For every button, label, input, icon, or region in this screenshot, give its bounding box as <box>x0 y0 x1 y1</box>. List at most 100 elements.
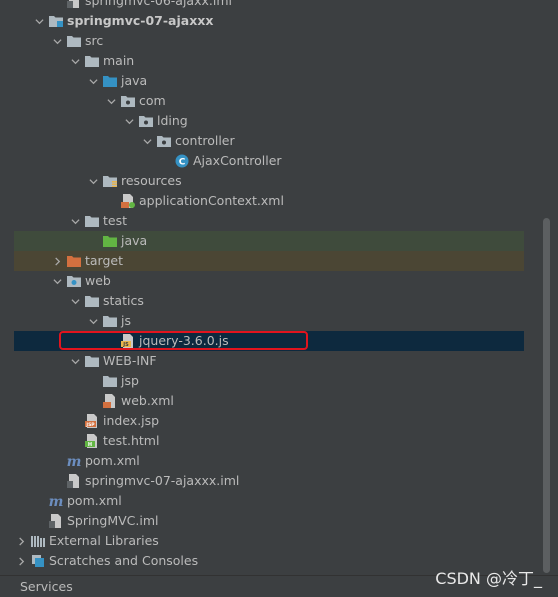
chevron-down-icon[interactable] <box>86 71 100 91</box>
tree-row-label: js <box>121 313 131 328</box>
tree-row[interactable]: springmvc-06-ajaxx.iml <box>14 0 524 11</box>
tree-row[interactable]: External Libraries <box>14 531 524 551</box>
tree-row[interactable]: lding <box>14 111 524 131</box>
chevron-down-icon[interactable] <box>140 131 154 151</box>
tree-row-label: index.jsp <box>103 413 160 428</box>
tree-row-label: SpringMVC.iml <box>67 513 159 528</box>
project-tree: springmvc-06-ajaxx.iml springmvc-07-ajaxx… <box>14 0 524 571</box>
tree-row[interactable]: WEB-INF <box>14 351 524 371</box>
tree-row-label: web <box>85 273 111 288</box>
tree-row[interactable]: m pom.xml <box>14 491 524 511</box>
tree-row[interactable]: resources <box>14 171 524 191</box>
tree-row[interactable]: jsp <box>14 371 524 391</box>
tree-row[interactable]: springmvc-07-ajaxxx.iml <box>14 471 524 491</box>
iml-file-icon <box>66 0 82 9</box>
arrow-spacer <box>50 471 64 491</box>
chevron-down-icon[interactable] <box>86 311 100 331</box>
svg-text:m: m <box>67 454 81 468</box>
folder-icon <box>102 313 118 329</box>
maven-icon: m <box>48 493 64 509</box>
arrow-spacer <box>68 431 82 451</box>
tree-row[interactable]: src <box>14 31 524 51</box>
tree-row-label: test.html <box>103 433 160 448</box>
test-source-folder-icon <box>102 233 118 249</box>
xml-file-icon <box>102 393 118 409</box>
tree-row[interactable]: JS jquery-3.6.0.js <box>14 331 524 351</box>
chevron-right-icon[interactable] <box>14 551 28 571</box>
chevron-down-icon[interactable] <box>50 31 64 51</box>
module-folder-icon <box>48 13 64 29</box>
arrow-spacer <box>104 331 118 351</box>
arrow-spacer <box>32 511 46 531</box>
chevron-down-icon[interactable] <box>68 291 82 311</box>
tree-row[interactable]: js <box>14 311 524 331</box>
chevron-right-icon[interactable] <box>50 251 64 271</box>
jsp-file-icon: JSP <box>84 413 100 429</box>
arrow-spacer <box>50 0 64 11</box>
tree-row[interactable]: m pom.xml <box>14 451 524 471</box>
chevron-down-icon[interactable] <box>68 351 82 371</box>
tree-row-label: test <box>103 213 128 228</box>
svg-text:JS: JS <box>122 342 129 348</box>
tree-row-label: springmvc-06-ajaxx.iml <box>85 0 232 8</box>
tree-row[interactable]: target <box>14 251 524 271</box>
tree-row[interactable]: springmvc-07-ajaxxx <box>14 11 524 31</box>
project-tool-window: springmvc-06-ajaxx.iml springmvc-07-ajaxx… <box>0 0 558 597</box>
tree-row[interactable]: applicationContext.xml <box>14 191 524 211</box>
tree-row-label: jquery-3.6.0.js <box>139 333 229 348</box>
tree-row[interactable]: test <box>14 211 524 231</box>
folder-icon <box>84 213 100 229</box>
tree-row-label: java <box>121 73 148 88</box>
tree-row[interactable]: statics <box>14 291 524 311</box>
arrow-spacer <box>68 411 82 431</box>
vertical-scrollbar[interactable] <box>540 0 554 575</box>
tree-row[interactable]: C AjaxController <box>14 151 524 171</box>
tree-row-label: main <box>103 53 135 68</box>
tree-row[interactable]: main <box>14 51 524 71</box>
svg-text:JSP: JSP <box>85 422 95 428</box>
arrow-spacer <box>104 191 118 211</box>
tree-row[interactable]: SpringMVC.iml <box>14 511 524 531</box>
scrollbar-thumb[interactable] <box>543 218 550 573</box>
iml-file-icon <box>48 513 64 529</box>
java-class-icon: C <box>174 153 190 169</box>
tree-row-label: Scratches and Consoles <box>49 553 199 568</box>
folder-icon <box>84 53 100 69</box>
tree-row-label: applicationContext.xml <box>139 193 284 208</box>
tree-row[interactable]: com <box>14 91 524 111</box>
tree-row[interactable]: controller <box>14 131 524 151</box>
tree-row-label: AjaxController <box>193 153 282 168</box>
chevron-down-icon[interactable] <box>122 111 136 131</box>
package-icon <box>138 113 154 129</box>
chevron-down-icon[interactable] <box>32 11 46 31</box>
tree-row-label: External Libraries <box>49 533 159 548</box>
tree-row[interactable]: web.xml <box>14 391 524 411</box>
web-folder-icon <box>66 273 82 289</box>
chevron-down-icon[interactable] <box>68 51 82 71</box>
tree-row-label: WEB-INF <box>103 353 157 368</box>
chevron-down-icon[interactable] <box>68 211 82 231</box>
iml-file-icon <box>66 473 82 489</box>
tree-row[interactable]: web <box>14 271 524 291</box>
html-file-icon: H <box>84 433 100 449</box>
folder-icon <box>66 33 82 49</box>
tree-row-label: resources <box>121 173 182 188</box>
arrow-spacer <box>158 151 172 171</box>
chevron-down-icon[interactable] <box>104 91 118 111</box>
spring-xml-icon <box>120 193 136 209</box>
arrow-spacer <box>86 391 100 411</box>
chevron-down-icon[interactable] <box>50 271 64 291</box>
package-icon <box>120 93 136 109</box>
chevron-right-icon[interactable] <box>14 531 28 551</box>
tree-row[interactable]: java <box>14 231 524 251</box>
chevron-down-icon[interactable] <box>86 171 100 191</box>
tree-row[interactable]: Htest.html <box>14 431 524 451</box>
tree-row[interactable]: JSP index.jsp <box>14 411 524 431</box>
tree-row[interactable]: java <box>14 71 524 91</box>
svg-text:C: C <box>179 158 186 168</box>
arrow-spacer <box>32 491 46 511</box>
scratches-icon <box>30 553 46 569</box>
js-file-icon: JS <box>120 333 136 349</box>
source-folder-icon <box>102 73 118 89</box>
services-tab[interactable]: Services <box>20 576 73 597</box>
